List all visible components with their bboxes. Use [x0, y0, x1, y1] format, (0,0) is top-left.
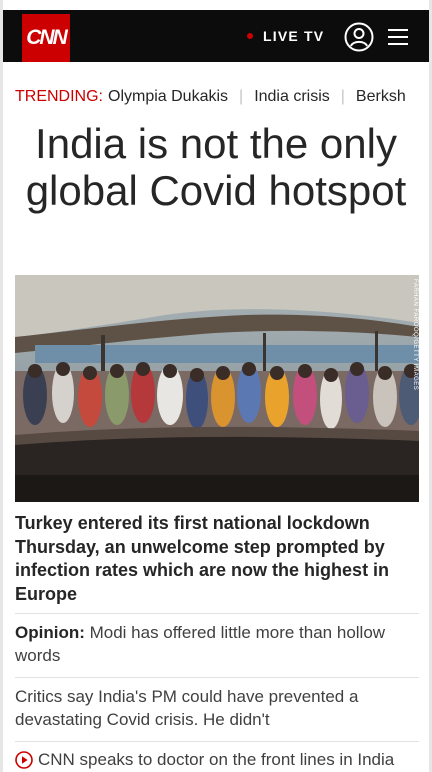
trending-bar: TRENDING: Olympia Dukakis | India crisis… [15, 86, 429, 108]
story-text: Critics say India's PM could have preven… [15, 687, 359, 729]
story-divider [15, 741, 419, 742]
play-icon [15, 751, 33, 769]
cnn-logo[interactable]: CNN [22, 14, 70, 62]
headline[interactable]: India is not the only global Covid hotsp… [7, 120, 425, 214]
live-tv-button[interactable]: LIVE TV [247, 27, 324, 45]
page: CNN LIVE TV TRENDING: Olympia Dukakis | … [3, 0, 429, 772]
menu-icon[interactable] [387, 26, 409, 48]
photo-credit: FARHAN FAROOQ/GETTY IMAGES [412, 279, 418, 391]
lead-photo-illustration [15, 275, 419, 502]
trending-separator: | [340, 88, 345, 105]
live-indicator-dot [247, 33, 253, 39]
trending-link-berkshire[interactable]: Berksh [356, 88, 406, 106]
trending-separator: | [239, 88, 244, 105]
video-story-text: CNN speaks to doctor on the front lines … [38, 750, 395, 769]
trending-link-india-crisis[interactable]: India crisis [254, 88, 330, 106]
video-story-link[interactable]: CNN speaks to doctor on the front lines … [15, 750, 429, 770]
story-divider [15, 613, 419, 614]
site-header: CNN LIVE TV [3, 10, 429, 62]
trending-label: TRENDING: [15, 88, 103, 105]
live-tv-label: LIVE TV [263, 28, 325, 44]
lead-story-link[interactable]: Turkey entered its first national lockdo… [15, 512, 419, 606]
trending-link-olympia-dukakis[interactable]: Olympia Dukakis [108, 88, 228, 106]
user-icon[interactable] [344, 22, 374, 52]
story-link-opinion[interactable]: Opinion: Modi has offered little more th… [15, 622, 419, 667]
story-link-critics[interactable]: Critics say India's PM could have preven… [15, 686, 419, 731]
story-prefix: Opinion: [15, 623, 85, 642]
story-divider [15, 677, 419, 678]
lead-photo[interactable]: FARHAN FAROOQ/GETTY IMAGES [15, 275, 419, 502]
